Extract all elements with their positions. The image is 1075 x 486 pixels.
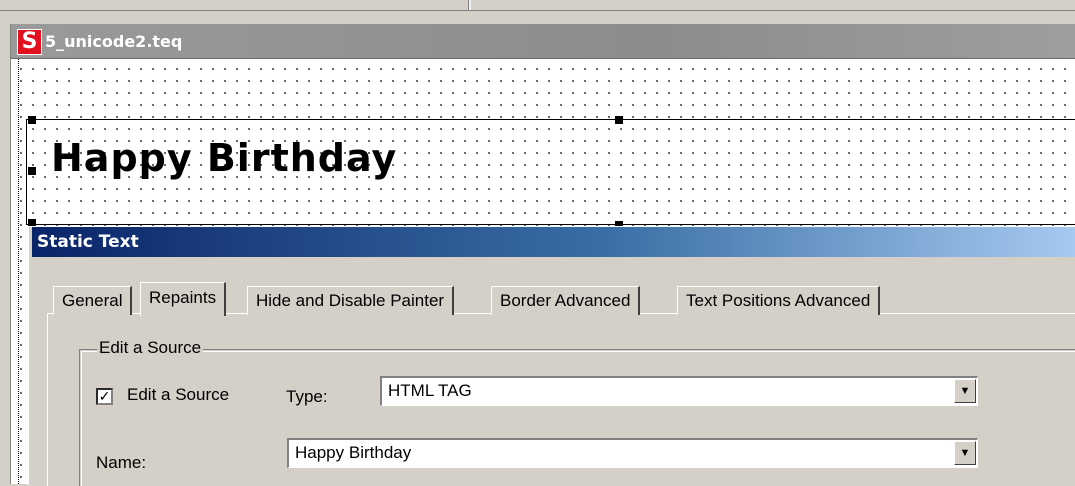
static-text-object[interactable]: Happy Birthday: [26, 119, 1075, 225]
dialog-title: Static Text: [37, 232, 139, 252]
document-title: 5_unicode2.teq: [45, 32, 183, 51]
app-logo-icon[interactable]: S: [17, 29, 42, 55]
edit-source-checkbox-label[interactable]: Edit a Source: [127, 385, 229, 405]
tab-border-advanced[interactable]: Border Advanced: [491, 286, 641, 315]
static-text-dialog: Static Text General Repaints Hide and Di…: [28, 226, 1075, 486]
name-combobox[interactable]: Happy Birthday ▼: [287, 438, 978, 468]
type-label: Type:: [286, 387, 328, 406]
document-titlebar[interactable]: S 5_unicode2.teq: [11, 24, 1075, 59]
toolbar-separator: [468, 0, 471, 10]
dialog-titlebar[interactable]: Static Text: [32, 227, 1075, 257]
tab-hide-and-disable-painter[interactable]: Hide and Disable Painter: [247, 286, 455, 315]
resize-handle-middle-left[interactable]: [28, 167, 36, 175]
chevron-down-icon[interactable]: ▼: [954, 379, 976, 403]
chevron-down-icon[interactable]: ▼: [954, 441, 976, 465]
static-text-content: Happy Birthday: [51, 136, 398, 180]
edit-source-checkbox[interactable]: ✓: [96, 388, 113, 405]
name-combobox-value: Happy Birthday: [295, 443, 412, 462]
type-combobox[interactable]: HTML TAG ▼: [380, 376, 978, 406]
resize-handle-top-left[interactable]: [28, 116, 36, 124]
toolbar-strip: [0, 0, 1075, 11]
tab-general[interactable]: General: [53, 286, 133, 315]
left-margin-guide: [11, 59, 19, 484]
name-label: Name:: [96, 453, 147, 472]
tab-text-positions-advanced[interactable]: Text Positions Advanced: [677, 286, 881, 315]
resize-handle-top-middle[interactable]: [615, 116, 623, 124]
tab-repaints[interactable]: Repaints: [140, 282, 227, 316]
edit-source-group-legend: Edit a Source: [97, 338, 204, 358]
type-combobox-value: HTML TAG: [388, 381, 472, 400]
